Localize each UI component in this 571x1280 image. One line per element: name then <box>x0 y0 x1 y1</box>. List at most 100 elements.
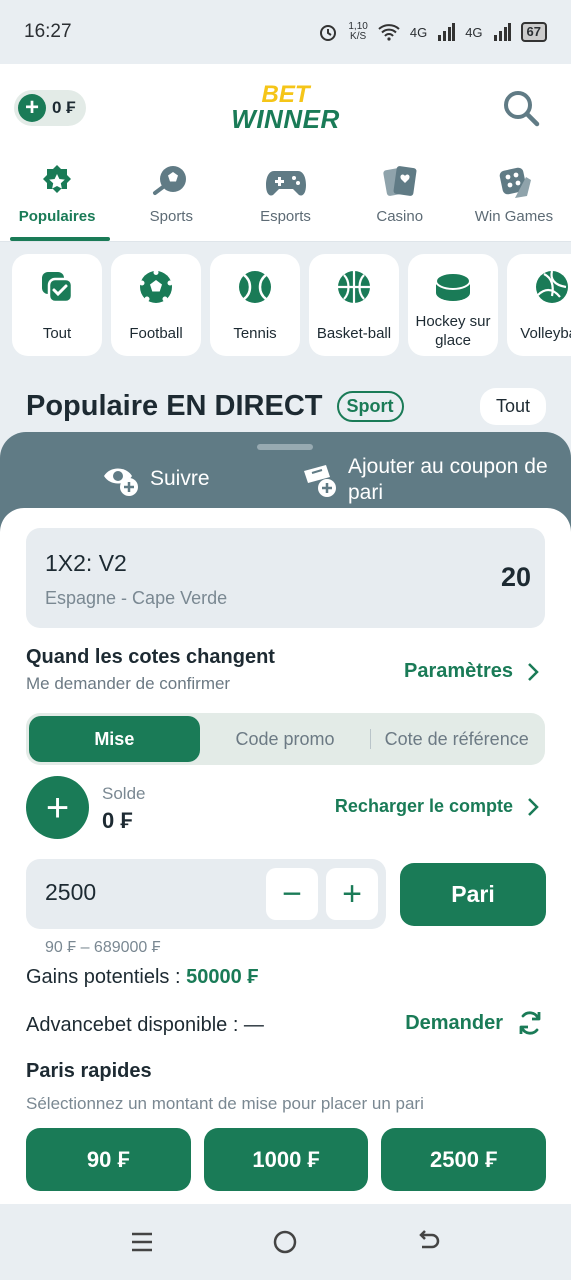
stake-mode-tabs: Mise Code promo Cote de référence <box>26 713 545 765</box>
tab-cote-reference[interactable]: Cote de référence <box>371 716 542 762</box>
hockey-puck-icon <box>435 272 471 301</box>
request-advancebet-button[interactable]: Demander <box>405 1010 543 1036</box>
section-title: Populaire EN DIRECT <box>26 390 323 422</box>
eye-plus-icon <box>104 468 138 496</box>
signal-2-label: 4G <box>465 24 483 40</box>
add-to-coupon-button[interactable]: Ajouter au coupon de pari <box>300 454 548 506</box>
chip-tout[interactable]: Tout <box>12 254 102 356</box>
bet-event: Espagne - Cape Verde <box>45 588 228 608</box>
parameters-link[interactable]: Paramètres <box>404 660 539 683</box>
balance-label: Solde <box>102 784 146 803</box>
tab-populaires[interactable]: Populaires <box>0 152 114 241</box>
tab-win-games[interactable]: Win Games <box>457 152 571 241</box>
alarm-icon <box>320 25 337 41</box>
balance-amount: 0 ₣ <box>52 98 76 117</box>
signal-2-icon <box>493 23 511 41</box>
balance-pill[interactable]: + 0 ₣ <box>14 90 86 126</box>
ticket-plus-icon <box>304 465 336 497</box>
battery-icon: 67 <box>520 22 547 42</box>
balance-value: 0 ₣ <box>102 808 133 833</box>
status-icons: 1,10 K/S 4G 4G 67 <box>318 22 547 42</box>
network-speed: 1,10 K/S <box>348 21 368 42</box>
recharge-account-link[interactable]: Recharger le compte <box>335 796 539 817</box>
deposit-plus-icon[interactable]: + <box>18 94 46 122</box>
stake-range: 90 ₣ – 689000 ₣ <box>45 939 161 956</box>
signal-1-label: 4G <box>409 24 428 40</box>
add-coupon-label: Ajouter au coupon de pari <box>348 455 548 504</box>
chip-label: Tout <box>42 325 72 342</box>
bet-sheet-body: 1X2: V2 Espagne - Cape Verde 20 Quand le… <box>0 508 571 1204</box>
tab-label: Sports <box>149 208 193 225</box>
refresh-icon <box>519 1011 541 1035</box>
back-arrow-icon <box>419 1230 440 1249</box>
chip-volleyball[interactable]: Volleyball <box>507 254 571 356</box>
chip-football[interactable]: Football <box>111 254 201 356</box>
chip-label: Basket-ball <box>316 325 392 342</box>
chevron-right-icon <box>528 662 539 681</box>
quick-bet-amounts: 90 ₣ 1000 ₣ 2500 ₣ <box>26 1128 547 1191</box>
betwinner-logo[interactable]: BET WINNER <box>231 83 340 134</box>
logo-winner-text: WINNER <box>231 103 340 134</box>
tennis-ball-icon <box>239 271 271 303</box>
increase-stake-button[interactable]: + <box>326 868 378 920</box>
chip-basketball[interactable]: Basket-ball <box>309 254 399 356</box>
request-label: Demander <box>405 1011 503 1034</box>
bet-market: 1X2: V2 <box>45 550 127 576</box>
home-button[interactable] <box>265 1222 305 1262</box>
chip-label: Hockey sur glace <box>415 313 491 349</box>
quick-bets-title: Paris rapides <box>26 1060 152 1082</box>
search-button[interactable] <box>501 88 541 128</box>
dice-icon <box>499 167 531 198</box>
tab-label: Win Games <box>474 208 554 225</box>
volleyball-icon <box>536 270 568 303</box>
selected-bet-card: 1X2: V2 Espagne - Cape Verde 20 <box>26 528 545 628</box>
quick-bet-button[interactable]: 90 ₣ <box>26 1128 191 1191</box>
menu-lines-icon <box>131 1232 152 1252</box>
sport-chips: Tout Football Tennis Basket-ball Hockey … <box>12 254 571 356</box>
tab-code-promo[interactable]: Code promo <box>200 716 371 762</box>
tab-label: Populaires <box>18 208 96 225</box>
chip-tennis[interactable]: Tennis <box>210 254 300 356</box>
odds-change-setting: Quand les cotes changent Me demander de … <box>26 646 545 694</box>
quick-bet-button[interactable]: 1000 ₣ <box>203 1128 369 1191</box>
quick-bet-button[interactable]: 2500 ₣ <box>381 1128 547 1191</box>
tab-esports[interactable]: Esports <box>228 152 342 241</box>
status-bar: 16:27 1,10 K/S 4G 4G 67 <box>0 0 571 64</box>
home-circle-icon <box>274 1230 297 1254</box>
cards-icon <box>383 166 417 196</box>
check-stack-icon <box>42 272 74 304</box>
add-funds-button[interactable]: + <box>26 776 89 839</box>
chip-label: Tennis <box>233 325 277 342</box>
follow-label: Suivre <box>150 467 210 490</box>
star-badge-icon <box>43 165 72 193</box>
tab-label: Esports <box>260 208 311 225</box>
chip-hockey[interactable]: Hockey sur glace <box>408 254 498 356</box>
soccer-ball-icon <box>153 166 187 195</box>
back-button[interactable] <box>409 1222 449 1262</box>
recharge-label: Recharger le compte <box>334 796 513 816</box>
place-bet-button[interactable]: Pari <box>400 863 546 926</box>
balance-row: + Solde 0 ₣ Recharger le compte <box>26 776 545 840</box>
drag-handle[interactable] <box>257 444 313 450</box>
parameters-label: Paramètres <box>404 660 513 682</box>
chip-label: Volleyball <box>520 325 571 342</box>
sport-filter-badge[interactable]: Sport <box>336 391 404 422</box>
tab-sports[interactable]: Sports <box>114 152 228 241</box>
recent-apps-button[interactable] <box>122 1222 162 1262</box>
search-icon <box>504 91 540 127</box>
quick-bets-subtitle: Sélectionnez un montant de mise pour pla… <box>26 1094 424 1113</box>
tab-casino[interactable]: Casino <box>343 152 457 241</box>
follow-button[interactable]: Suivre <box>102 460 210 498</box>
decrease-stake-button[interactable]: − <box>266 868 318 920</box>
advancebet-status: Advancebet disponible : — <box>26 1014 264 1036</box>
chevron-right-icon <box>528 797 539 816</box>
tab-mise[interactable]: Mise <box>29 716 200 762</box>
status-time: 16:27 <box>24 21 72 42</box>
gamepad-icon <box>265 171 306 196</box>
football-icon <box>139 270 173 303</box>
stake-field: − + <box>26 859 386 929</box>
system-nav-bar <box>0 1204 571 1280</box>
stake-input[interactable] <box>45 879 245 906</box>
wifi-icon <box>378 24 400 41</box>
see-all-button[interactable]: Tout <box>479 388 546 425</box>
